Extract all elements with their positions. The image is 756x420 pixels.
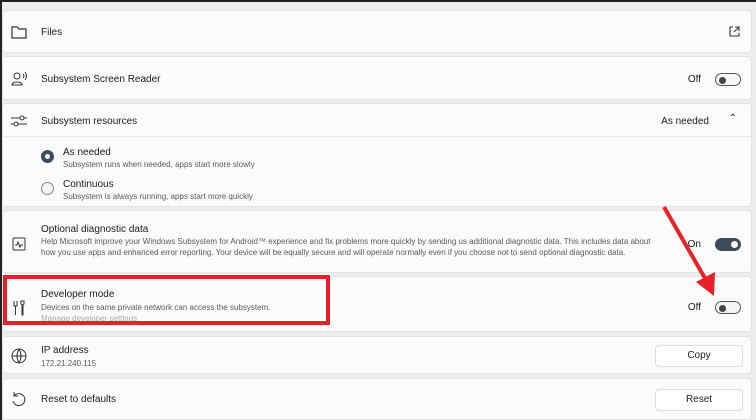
developer-state: Off bbox=[687, 302, 701, 313]
continuous-label: Continuous bbox=[63, 179, 114, 190]
ip-address-row: IP address 172.21.240.115 Copy bbox=[2, 336, 752, 374]
radio-continuous[interactable] bbox=[41, 182, 54, 195]
ip-value: 172.21.240.115 bbox=[41, 359, 97, 368]
continuous-desc: Subsystem is always running, apps start … bbox=[63, 192, 253, 201]
resources-header[interactable]: Subsystem resources As needed ⌃ bbox=[3, 104, 751, 137]
red-arrow-annotation bbox=[662, 206, 715, 296]
ip-title: IP address bbox=[41, 345, 89, 356]
reset-title: Reset to defaults bbox=[41, 394, 117, 405]
screen-reader-icon bbox=[11, 71, 27, 86]
resources-title: Subsystem resources bbox=[41, 116, 138, 127]
reset-icon bbox=[12, 392, 26, 407]
diagnostic-row: Optional diagnostic data Help Microsoft … bbox=[2, 210, 752, 273]
screen-reader-row: Subsystem Screen Reader Off bbox=[2, 56, 752, 100]
open-external-icon[interactable] bbox=[728, 25, 741, 38]
activity-icon bbox=[12, 237, 26, 251]
sliders-icon bbox=[11, 115, 27, 127]
reset-row: Reset to defaults Reset bbox=[2, 378, 752, 420]
developer-toggle[interactable] bbox=[715, 301, 741, 314]
chevron-up-icon[interactable]: ⌃ bbox=[729, 113, 737, 124]
as-needed-desc: Subsystem runs when needed, apps start m… bbox=[63, 160, 255, 169]
highlight-box bbox=[3, 275, 330, 325]
reset-button[interactable]: Reset bbox=[655, 389, 743, 411]
files-title: Files bbox=[41, 27, 63, 38]
diagnostic-desc: Help Microsoft improve your Windows Subs… bbox=[41, 237, 651, 257]
copy-button[interactable]: Copy bbox=[655, 345, 743, 367]
as-needed-label: As needed bbox=[63, 147, 111, 158]
screen-reader-state: Off bbox=[687, 74, 701, 85]
files-row[interactable]: Files bbox=[2, 10, 752, 53]
resources-value: As needed bbox=[661, 116, 709, 127]
screen-reader-toggle[interactable] bbox=[715, 73, 741, 86]
folder-icon bbox=[11, 26, 27, 39]
globe-icon bbox=[11, 348, 27, 364]
radio-as-needed[interactable] bbox=[41, 150, 54, 163]
screen-reader-title: Subsystem Screen Reader bbox=[41, 74, 161, 85]
resources-section: Subsystem resources As needed ⌃ As neede… bbox=[2, 103, 752, 207]
diagnostic-title: Optional diagnostic data bbox=[41, 224, 149, 235]
